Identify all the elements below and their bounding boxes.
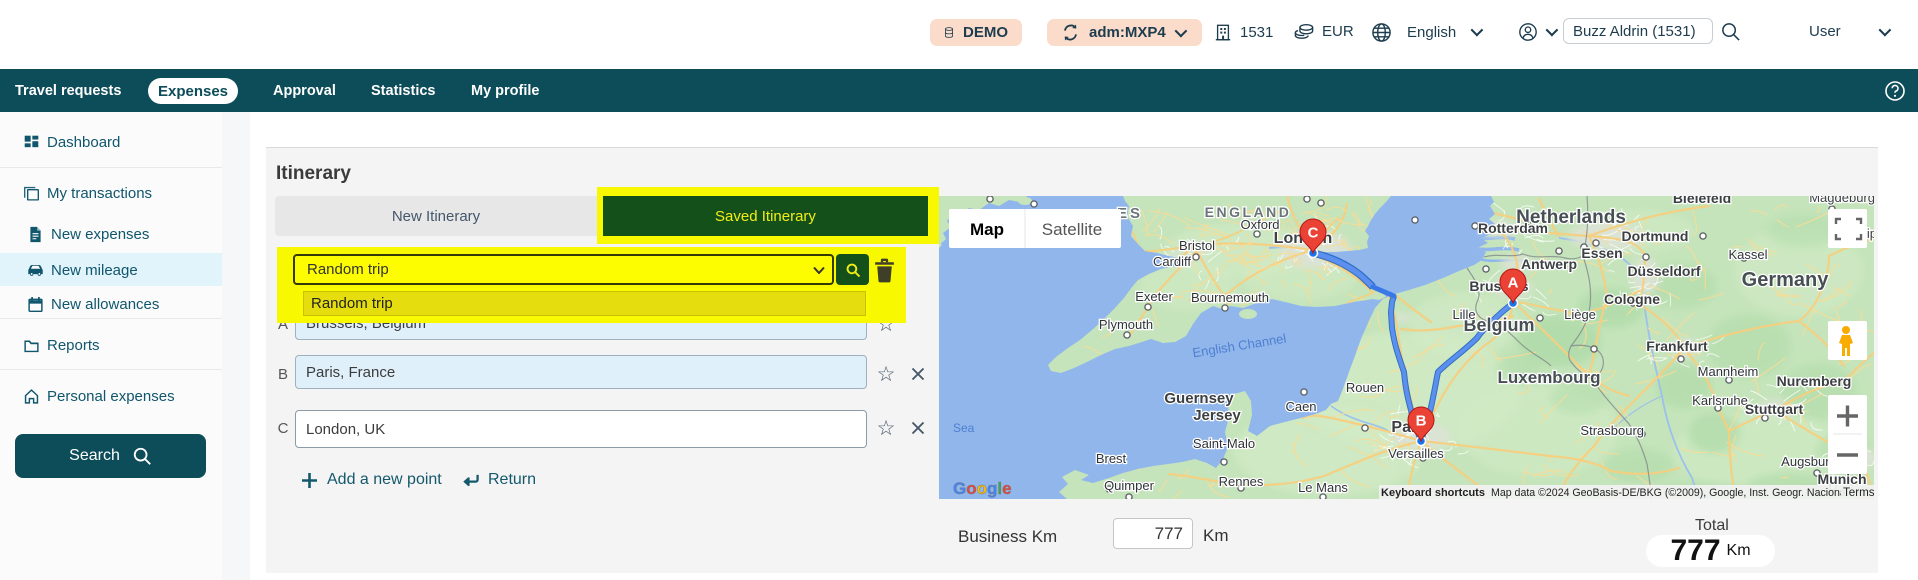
svg-text:Rouen: Rouen xyxy=(1346,380,1384,395)
svg-text:B: B xyxy=(1416,413,1427,430)
svg-text:Plymouth: Plymouth xyxy=(1099,317,1153,332)
svg-text:Essen: Essen xyxy=(1581,245,1622,261)
svg-text:Rennes: Rennes xyxy=(1219,474,1264,489)
svg-text:Versailles: Versailles xyxy=(1388,446,1444,461)
svg-text:Cardiff: Cardiff xyxy=(1153,254,1191,269)
svg-text:Nuremberg: Nuremberg xyxy=(1777,373,1852,389)
svg-text:Bristol: Bristol xyxy=(1179,238,1215,253)
svg-text:Liège: Liège xyxy=(1564,307,1596,322)
svg-text:Map data ©2024 GeoBasis-DE/BKG: Map data ©2024 GeoBasis-DE/BKG (©2009), … xyxy=(1491,487,1848,499)
svg-text:Brest: Brest xyxy=(1096,451,1127,466)
svg-text:Stuttgart: Stuttgart xyxy=(1745,401,1804,417)
svg-text:Bournemouth: Bournemouth xyxy=(1191,290,1269,305)
svg-text:Saint-Malo: Saint-Malo xyxy=(1193,436,1255,451)
svg-text:Bielefeld: Bielefeld xyxy=(1673,196,1731,206)
svg-text:Magdeburg: Magdeburg xyxy=(1809,196,1874,205)
svg-text:Map: Map xyxy=(970,220,1004,239)
svg-text:Luxembourg: Luxembourg xyxy=(1498,368,1601,387)
svg-text:A: A xyxy=(1508,275,1519,292)
svg-text:Frankfurt: Frankfurt xyxy=(1646,338,1708,354)
svg-text:Karlsruhe: Karlsruhe xyxy=(1692,393,1748,408)
svg-text:Jersey: Jersey xyxy=(1193,407,1241,424)
svg-text:Keyboard shortcuts: Keyboard shortcuts xyxy=(1381,487,1485,499)
svg-text:Kassel: Kassel xyxy=(1728,247,1767,262)
svg-text:Strasbourg: Strasbourg xyxy=(1580,423,1644,438)
svg-text:Germany: Germany xyxy=(1742,269,1830,291)
svg-text:C: C xyxy=(1308,225,1319,242)
svg-text:Mannheim: Mannheim xyxy=(1698,364,1759,379)
svg-text:Google: Google xyxy=(953,479,1012,498)
svg-text:Dortmund: Dortmund xyxy=(1622,228,1689,244)
svg-text:Exeter: Exeter xyxy=(1135,289,1173,304)
svg-text:Terms: Terms xyxy=(1843,486,1874,499)
svg-text:Guernsey: Guernsey xyxy=(1164,390,1234,407)
svg-text:Rotterdam: Rotterdam xyxy=(1478,220,1548,236)
svg-text:Caen: Caen xyxy=(1285,399,1316,414)
svg-text:Antwerp: Antwerp xyxy=(1521,256,1577,272)
svg-text:Cologne: Cologne xyxy=(1604,291,1660,307)
svg-text:Quimper: Quimper xyxy=(1104,478,1155,493)
svg-text:Düsseldorf: Düsseldorf xyxy=(1627,263,1700,279)
svg-text:Lille: Lille xyxy=(1452,307,1475,322)
svg-text:Satellite: Satellite xyxy=(1042,220,1102,239)
svg-text:Sea: Sea xyxy=(953,421,975,435)
svg-text:Le Mans: Le Mans xyxy=(1298,480,1348,495)
